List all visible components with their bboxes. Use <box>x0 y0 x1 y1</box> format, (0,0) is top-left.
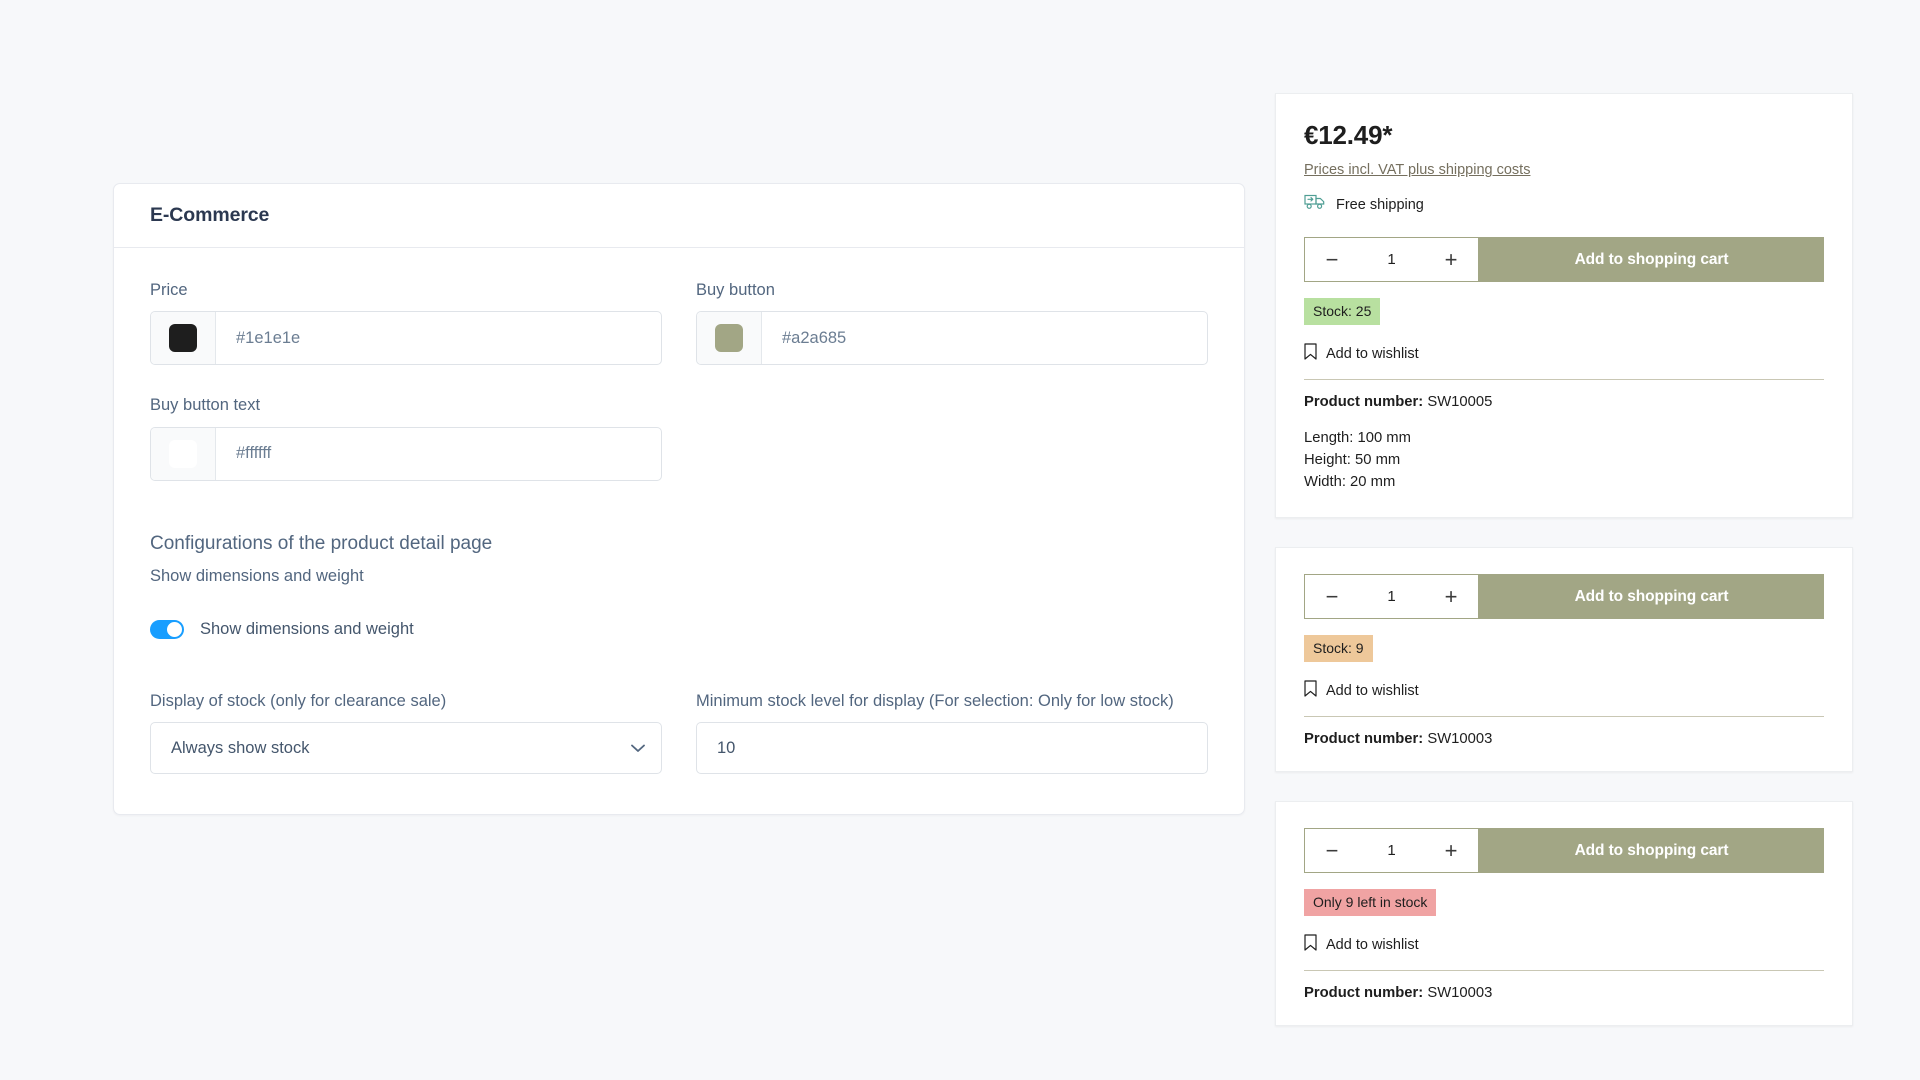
product-number-value: SW10003 <box>1427 731 1493 748</box>
divider <box>1304 969 1824 971</box>
product-number-row: Product number: SW10003 <box>1304 985 1824 1001</box>
add-to-cart-button[interactable]: Add to shopping cart <box>1479 574 1824 620</box>
product-price: €12.49* <box>1304 120 1393 150</box>
buy-button-color-swatch-button[interactable] <box>697 312 762 365</box>
stock-display-field: Display of stock (only for clearance sal… <box>150 691 662 775</box>
product-number-label: Product number: <box>1304 731 1424 748</box>
buy-button-color-label: Buy button <box>696 281 775 299</box>
status-badge: Stock: 9 <box>1304 635 1373 663</box>
buy-button-text-color-input[interactable]: #ffffff <box>150 426 662 481</box>
quantity-stepper[interactable]: − 1 + <box>1304 237 1479 282</box>
buy-button-text-color-field: Buy button text #ffffff <box>150 395 662 481</box>
section-subtitle: Show dimensions and weight <box>150 566 364 585</box>
buy-button-text-color-label: Buy button text <box>150 396 261 415</box>
product-preview-card: − 1 + Add to shopping cart Only 9 left i… <box>1275 801 1853 1026</box>
chevron-down-icon <box>631 744 645 753</box>
show-dimensions-toggle[interactable] <box>150 619 184 639</box>
buy-row: − 1 + Add to shopping cart <box>1304 828 1824 874</box>
card-header: E-Commerce <box>114 184 1244 248</box>
product-number-value: SW10003 <box>1427 984 1493 1001</box>
bookmark-icon <box>1304 934 1317 956</box>
add-to-wishlist-button[interactable]: Add to wishlist <box>1304 934 1824 956</box>
status-badge: Stock: 25 <box>1304 298 1381 325</box>
min-stock-label: Minimum stock level for display (For sel… <box>696 691 1174 710</box>
price-color-value[interactable]: #1e1e1e <box>216 312 661 364</box>
min-stock-field: Minimum stock level for display (For sel… <box>696 691 1208 775</box>
dimension-length: Length: 100 mm <box>1304 429 1411 446</box>
quantity-value[interactable]: 1 <box>1387 251 1395 268</box>
empty-field-slot <box>696 395 1208 480</box>
product-number-value: SW10005 <box>1427 393 1493 410</box>
buy-button-text-color-swatch-button[interactable] <box>151 427 216 480</box>
quantity-stepper[interactable]: − 1 + <box>1304 574 1479 620</box>
vat-shipping-link[interactable]: Prices incl. VAT plus shipping costs <box>1304 162 1530 178</box>
quantity-value[interactable]: 1 <box>1387 588 1395 605</box>
divider <box>1304 716 1824 718</box>
product-number-row: Product number: SW10005 <box>1304 394 1824 410</box>
product-preview-card: €12.49* Prices incl. VAT plus shipping c… <box>1275 93 1853 519</box>
product-detail-config-section: Configurations of the product detail pag… <box>150 533 1208 639</box>
stock-display-selected-value: Always show stock <box>171 738 310 757</box>
add-to-wishlist-button[interactable]: Add to wishlist <box>1304 343 1824 365</box>
quantity-increase-button[interactable]: + <box>1441 839 1461 862</box>
quantity-decrease-button[interactable]: − <box>1322 839 1342 862</box>
add-to-wishlist-label: Add to wishlist <box>1326 345 1419 362</box>
price-color-swatch <box>169 324 197 353</box>
show-dimensions-toggle-row[interactable]: Show dimensions and weight <box>150 619 1208 639</box>
buy-button-color-field: Buy button #a2a685 <box>696 280 1208 366</box>
product-preview-card: − 1 + Add to shopping cart Stock: 9 Add … <box>1275 547 1853 773</box>
dimension-height: Height: 50 mm <box>1304 451 1401 468</box>
add-to-cart-button[interactable]: Add to shopping cart <box>1479 237 1824 282</box>
price-color-label: Price <box>150 281 188 299</box>
bookmark-icon <box>1304 680 1317 702</box>
bookmark-icon <box>1304 343 1317 365</box>
buy-button-text-row: Buy button text #ffffff <box>150 395 1208 481</box>
ecommerce-settings-card: E-Commerce Price #1e1e1e Buy button #a2a… <box>113 183 1245 816</box>
quantity-value[interactable]: 1 <box>1387 842 1395 859</box>
quantity-increase-button[interactable]: + <box>1441 585 1461 608</box>
storefront-preview-column: €12.49* Prices incl. VAT plus shipping c… <box>1275 93 1853 1055</box>
buy-button-color-swatch <box>715 324 743 353</box>
color-fields-row: Price #1e1e1e Buy button #a2a685 <box>150 280 1208 366</box>
section-title: Configurations of the product detail pag… <box>150 532 493 554</box>
toggle-knob <box>167 621 182 637</box>
add-to-wishlist-button[interactable]: Add to wishlist <box>1304 680 1824 702</box>
add-to-wishlist-label: Add to wishlist <box>1326 936 1419 953</box>
free-shipping-text: Free shipping <box>1336 196 1424 213</box>
buy-button-text-color-swatch <box>169 439 197 468</box>
stock-display-label: Display of stock (only for clearance sal… <box>150 691 447 710</box>
buy-button-color-value[interactable]: #a2a685 <box>762 312 1207 364</box>
card-body: Price #1e1e1e Buy button #a2a685 Buy but… <box>114 248 1244 814</box>
product-number-row: Product number: SW10003 <box>1304 731 1824 747</box>
buy-row: − 1 + Add to shopping cart <box>1304 574 1824 620</box>
free-shipping-row: Free shipping <box>1304 194 1824 215</box>
quantity-decrease-button[interactable]: − <box>1322 585 1342 608</box>
add-to-cart-button[interactable]: Add to shopping cart <box>1479 828 1824 874</box>
quantity-stepper[interactable]: − 1 + <box>1304 828 1479 874</box>
add-to-wishlist-label: Add to wishlist <box>1326 683 1419 700</box>
stock-fields-row: Display of stock (only for clearance sal… <box>150 691 1208 775</box>
page-title: E-Commerce <box>150 204 270 226</box>
product-number-label: Product number: <box>1304 393 1424 410</box>
show-dimensions-toggle-label: Show dimensions and weight <box>200 619 414 638</box>
delivery-truck-icon <box>1304 194 1326 215</box>
price-color-swatch-button[interactable] <box>151 312 216 365</box>
divider <box>1304 378 1824 380</box>
min-stock-input[interactable]: 10 <box>696 722 1208 775</box>
price-color-input[interactable]: #1e1e1e <box>150 311 662 366</box>
price-color-field: Price #1e1e1e <box>150 280 662 366</box>
status-badge: Only 9 left in stock <box>1304 889 1437 916</box>
quantity-decrease-button[interactable]: − <box>1322 248 1342 271</box>
product-dimensions: Length: 100 mm Height: 50 mm Width: 20 m… <box>1304 427 1824 494</box>
product-number-label: Product number: <box>1304 984 1424 1001</box>
stock-display-select[interactable]: Always show stock <box>150 722 662 775</box>
quantity-increase-button[interactable]: + <box>1441 248 1461 271</box>
buy-button-text-color-value[interactable]: #ffffff <box>216 428 661 480</box>
buy-button-color-input[interactable]: #a2a685 <box>696 311 1208 366</box>
dimension-width: Width: 20 mm <box>1304 474 1396 491</box>
buy-row: − 1 + Add to shopping cart <box>1304 237 1824 282</box>
